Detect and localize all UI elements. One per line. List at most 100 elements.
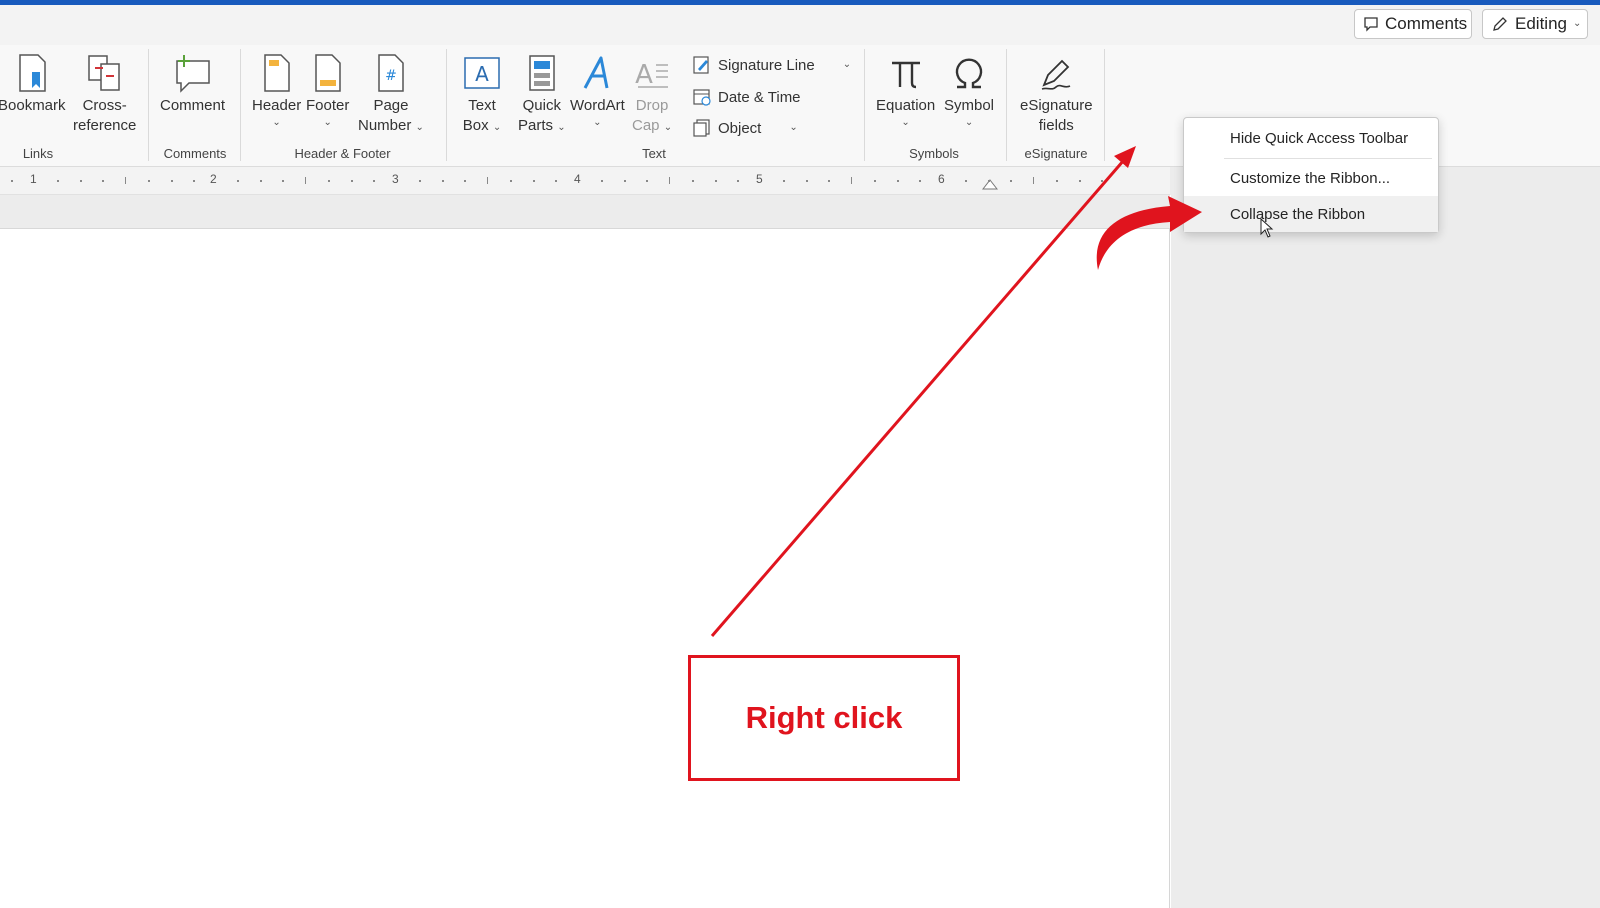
ruler-mark	[896, 180, 899, 182]
ruler-mark	[737, 180, 740, 182]
object-button[interactable]: Object ⌄	[692, 116, 798, 140]
quick-parts-button[interactable]: Quick Parts ⌄	[518, 50, 566, 136]
chevron-down-icon: ⌄	[323, 117, 332, 128]
esignature-fields-button[interactable]: eSignature fields	[1020, 50, 1093, 136]
footer-button[interactable]: Footer ⌄	[306, 50, 349, 130]
horizontal-ruler[interactable]: 1 2 3 4 5 6	[0, 167, 1170, 195]
ruler-mark	[327, 180, 330, 182]
group-label-links: Links	[22, 146, 54, 161]
quick-parts-icon	[529, 55, 555, 91]
ruler-mark	[102, 180, 105, 182]
editing-mode-label: Editing	[1515, 14, 1567, 33]
menu-divider	[1224, 158, 1432, 159]
ruler-number: 3	[392, 172, 399, 186]
wordart-icon	[584, 56, 609, 89]
pi-icon	[891, 61, 920, 89]
drop-cap-button[interactable]: A Drop Cap ⌄	[632, 50, 672, 136]
chevron-down-icon: ⌄	[272, 117, 281, 128]
menu-item-collapse-ribbon[interactable]: Collapse the Ribbon	[1184, 196, 1438, 232]
comments-button[interactable]: Comments	[1354, 9, 1472, 39]
ruler-mark	[623, 180, 626, 182]
group-label-esignature: eSignature	[1024, 146, 1088, 161]
chevron-down-icon: ⌄	[964, 117, 974, 128]
svg-text:A: A	[475, 62, 489, 86]
ruler-mark	[147, 180, 150, 182]
new-comment-icon	[175, 55, 210, 93]
ruler-mark	[193, 180, 196, 182]
comment-icon	[1364, 17, 1378, 32]
ruler-mark	[691, 180, 694, 182]
wordart-button[interactable]: WordArt ⌄	[570, 50, 625, 130]
ruler-mark	[851, 177, 852, 184]
ruler-number: 6	[938, 172, 945, 186]
group-header-footer: Header ⌄ Footer ⌄ # Page Number ⌄ Header…	[240, 45, 445, 167]
document-page[interactable]	[0, 229, 1170, 908]
ruler-mark	[350, 180, 353, 182]
equation-button[interactable]: Equation ⌄	[876, 50, 935, 130]
group-esignature: eSignature fields eSignature	[1006, 45, 1106, 167]
ribbon-separator	[1104, 49, 1105, 161]
ruler-mark	[669, 177, 670, 184]
ruler-mark	[79, 180, 82, 182]
group-label-text: Text	[642, 146, 666, 161]
group-label-comments: Comments	[163, 146, 227, 161]
svg-text:#: #	[385, 68, 397, 84]
indent-marker-icon[interactable]	[982, 179, 998, 191]
ruler-mark	[373, 180, 376, 182]
chevron-down-icon: ⌄	[557, 122, 566, 133]
new-comment-button[interactable]: Comment	[160, 50, 225, 116]
group-text: A Text Box ⌄ Quick Parts ⌄ WordArt ⌄ A D…	[446, 45, 862, 167]
menu-item-hide-quick-access-toolbar[interactable]: Hide Quick Access Toolbar	[1184, 120, 1438, 156]
signature-pen-icon	[1042, 59, 1071, 90]
ribbon-context-menu: Hide Quick Access Toolbar Customize the …	[1183, 117, 1439, 233]
ruler-mark	[236, 180, 239, 182]
ruler-mark	[600, 180, 603, 182]
ruler-mark	[828, 180, 831, 182]
chevron-down-icon: ⌄	[415, 122, 424, 133]
chevron-down-icon: ⌄	[593, 117, 602, 128]
ruler-number: 5	[756, 172, 763, 186]
editing-mode-button[interactable]: Editing ⌄	[1482, 9, 1588, 39]
ruler-mark	[282, 180, 285, 182]
ruler-mark	[464, 180, 467, 182]
ruler-number: 1	[30, 172, 37, 186]
cross-reference-icon	[87, 55, 120, 91]
ruler-mark	[714, 180, 717, 182]
signature-line-button[interactable]: Signature Line ⌄	[692, 53, 851, 77]
chevron-down-icon: ⌄	[663, 122, 673, 133]
group-label-symbols: Symbols	[909, 146, 959, 161]
header-icon	[263, 54, 290, 92]
cross-reference-button[interactable]: Cross- reference	[73, 50, 136, 136]
header-button[interactable]: Header ⌄	[252, 50, 301, 130]
document-top-margin	[0, 195, 1170, 229]
ruler-mark	[11, 180, 14, 182]
ruler-mark	[873, 180, 876, 182]
ruler-mark	[1055, 180, 1058, 182]
date-time-button[interactable]: Date & Time	[692, 85, 801, 109]
text-box-button[interactable]: A Text Box ⌄	[462, 50, 502, 136]
text-box-icon: A	[464, 57, 500, 89]
ruler-mark	[441, 180, 444, 182]
ruler-mark	[1078, 180, 1081, 182]
ruler-mark	[1033, 177, 1034, 184]
ruler-mark	[56, 180, 59, 182]
ruler-mark	[919, 180, 922, 182]
chevron-down-icon: ⌄	[901, 117, 910, 128]
menu-item-customize-ribbon[interactable]: Customize the Ribbon...	[1184, 160, 1438, 196]
group-links: Bookmark Cross- reference Links	[0, 45, 150, 167]
ruler-mark	[305, 177, 306, 184]
ruler-mark	[509, 180, 512, 182]
drop-cap-icon: A	[635, 60, 669, 90]
page-number-button[interactable]: # Page Number ⌄	[358, 50, 424, 136]
ruler-number: 2	[210, 172, 217, 186]
ruler-number: 4	[574, 172, 581, 186]
ruler-mark	[646, 180, 649, 182]
svg-text:A: A	[635, 60, 653, 90]
ribbon-separator	[148, 49, 149, 161]
symbol-button[interactable]: Symbol ⌄	[944, 50, 994, 130]
object-icon	[693, 119, 710, 137]
bookmark-button[interactable]: Bookmark	[0, 50, 66, 116]
omega-icon	[955, 58, 983, 89]
ruler-mark	[532, 180, 535, 182]
ruler-mark	[418, 180, 421, 182]
